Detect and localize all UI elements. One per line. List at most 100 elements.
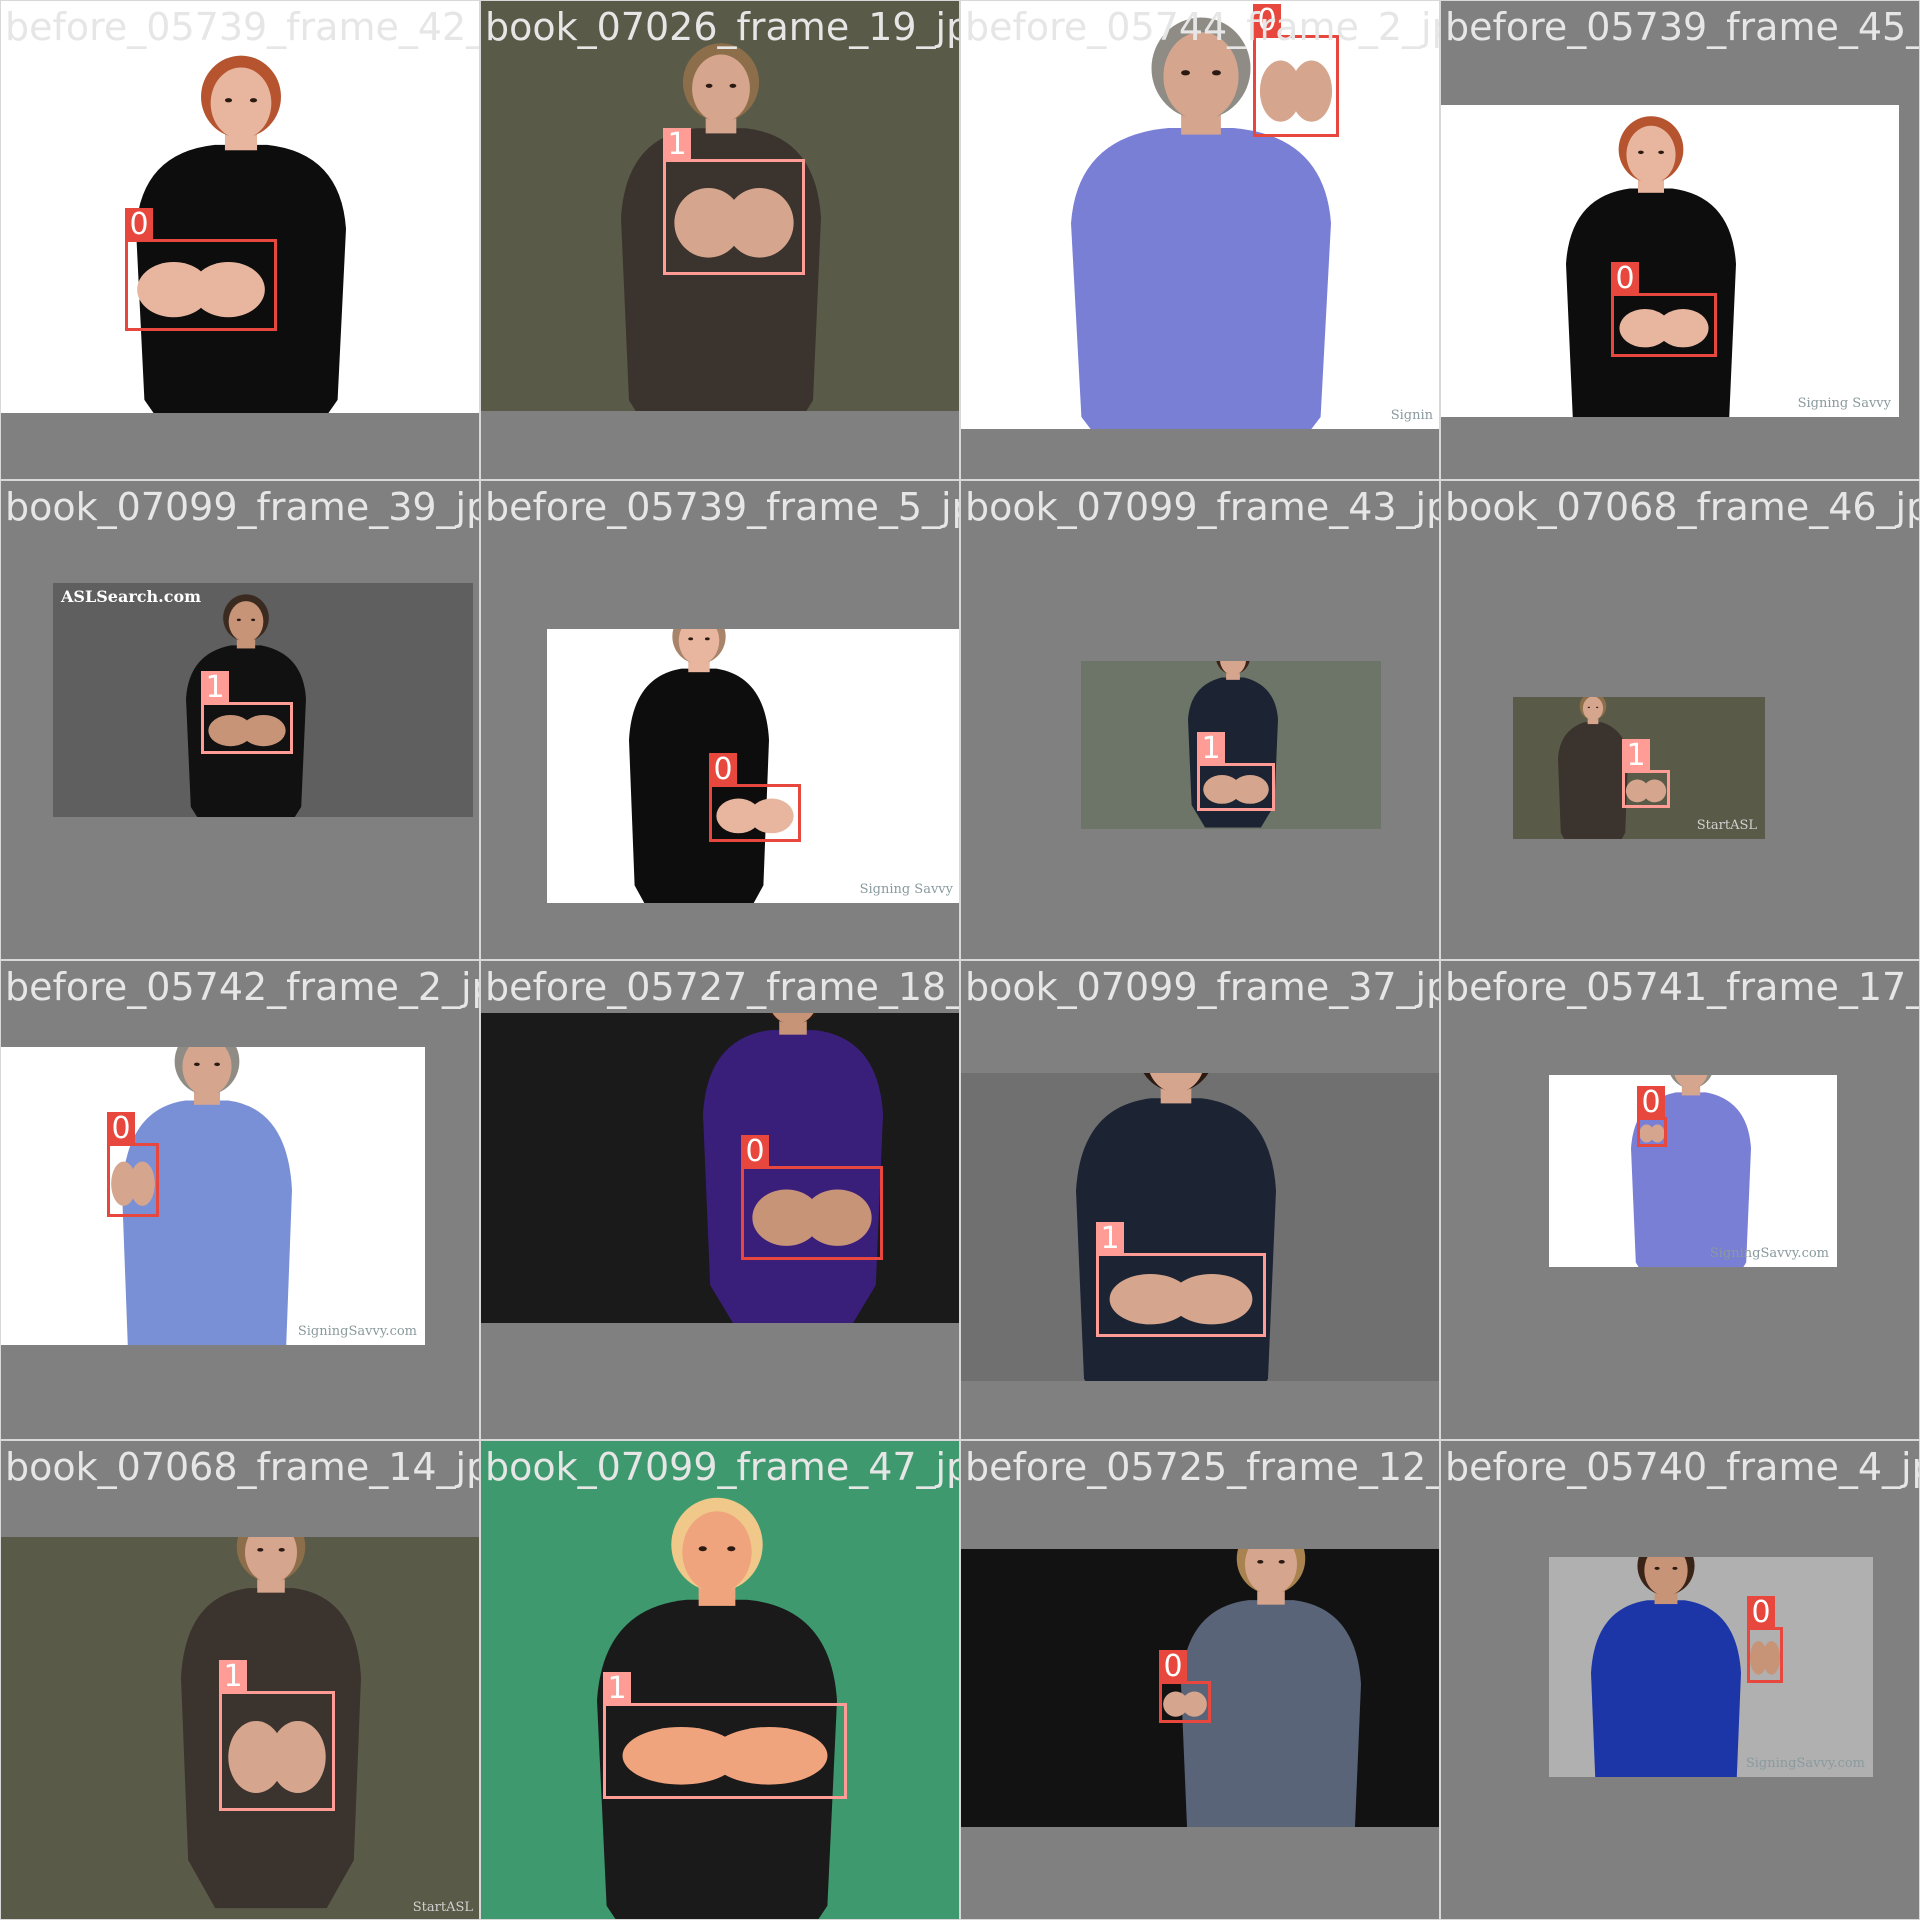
class-label: 0: [1747, 1596, 1775, 1630]
signer-figure: [186, 594, 306, 817]
mosaic-tile: 0 before_05727_frame_18_jpg: [480, 960, 960, 1440]
bounding-box: 1: [663, 128, 805, 275]
signer-eye: [688, 637, 694, 641]
video-frame: ASLSearch.com: [53, 583, 473, 817]
signer-eye: [224, 98, 233, 103]
signer-eye: [1212, 70, 1221, 76]
bounding-box: 1: [603, 1672, 847, 1799]
signer-figure: [597, 1497, 837, 1919]
image-filename: book_07099_frame_47_jpg: [485, 1445, 960, 1489]
bounding-box: 0: [1637, 1086, 1667, 1147]
watermark-text: ASLSearch.com: [61, 587, 202, 606]
image-filename: before_05739_frame_5_jpg: [485, 485, 960, 529]
image-filename: book_07099_frame_37_jpg: [965, 965, 1440, 1009]
class-label: 1: [603, 1672, 631, 1706]
signer-eye: [1278, 1559, 1285, 1564]
mosaic-tile: 1 book_07099_frame_43_jpg: [960, 480, 1440, 960]
mosaic-tile: Signin 0 before_05744_frame_2_jpg: [960, 0, 1440, 480]
image-filename: before_05744_frame_2_jpg: [965, 5, 1440, 49]
signer-figure: [1631, 1075, 1751, 1267]
signer-face: [1582, 697, 1604, 721]
watermark-text: SigningSavvy.com: [297, 1324, 417, 1339]
mosaic-tile: SigningSavvy.com 0 before_05740_frame_4_jp…: [1440, 1440, 1920, 1920]
bounding-box: 0: [709, 753, 801, 842]
signer-figure: [629, 629, 794, 903]
class-label: 1: [219, 1660, 247, 1694]
signer-eye: [249, 98, 258, 103]
signer-eye: [1181, 70, 1190, 76]
signer-figure: [136, 55, 346, 413]
watermark-text: StartASL: [412, 1900, 473, 1915]
class-label: 0: [107, 1112, 135, 1146]
signer-eye: [1595, 706, 1599, 709]
bounding-box: 0: [741, 1135, 883, 1260]
bounding-box: 1: [1096, 1222, 1266, 1337]
bounding-box: 0: [107, 1112, 159, 1217]
image-filename: book_07099_frame_43_jpg: [965, 485, 1440, 529]
mosaic-tile: 1 book_07026_frame_19_jpg: [480, 0, 960, 480]
video-frame: [481, 1013, 959, 1323]
watermark-text: Signin: [1390, 408, 1433, 423]
class-label: 1: [663, 128, 691, 162]
video-frame: SigningSavvy.com: [1549, 1557, 1873, 1777]
bounding-box: 1: [219, 1660, 335, 1811]
watermark-text: SigningSavvy.com: [1709, 1246, 1829, 1261]
mosaic-tile: 1 book_07099_frame_37_jpg: [960, 960, 1440, 1440]
bounding-box: 0: [1611, 262, 1717, 357]
signer-face: [1626, 125, 1676, 184]
image-filename: before_05725_frame_12_jpg: [965, 1445, 1439, 1489]
image-filename: before_05741_frame_17_jpg: [1445, 965, 1919, 1009]
signer-face: [1220, 661, 1246, 675]
image-filename: before_05740_frame_4_jpg: [1445, 1445, 1920, 1489]
video-frame: SigningSavvy.com: [1549, 1075, 1837, 1267]
signer-face: [772, 1013, 814, 1025]
image-filename: before_05742_frame_2_jpg: [5, 965, 480, 1009]
mosaic-tile: Signing Savvy 0 before_05739_frame_5_jpg: [480, 480, 960, 960]
mosaic-tile: 1 book_07099_frame_47_jpg: [480, 1440, 960, 1920]
mosaic-tile: SigningSavvy.com 0 before_05742_frame_2_jp…: [0, 960, 480, 1440]
signer-eye: [1587, 706, 1591, 709]
bounding-box: 1: [1622, 739, 1670, 808]
mosaic-tile: StartASL 1 book_07068_frame_14_jpg: [0, 1440, 480, 1920]
signer-face: [692, 54, 750, 123]
mosaic-tile: StartASL 1 book_07068_frame_46_jpg: [1440, 480, 1920, 960]
signer-eye: [704, 637, 710, 641]
signer-eye: [1658, 150, 1665, 155]
class-label: 0: [125, 208, 153, 242]
image-grid: 0 before_05739_frame_42_jpg 1 book_07026_fr…: [0, 0, 1920, 1920]
class-label: 1: [1622, 739, 1650, 773]
signer-eye: [236, 618, 241, 622]
class-label: 1: [1096, 1222, 1124, 1256]
signer-figure: [111, 1047, 292, 1345]
bounding-box: 0: [1159, 1650, 1211, 1723]
class-label: 0: [1611, 262, 1639, 296]
image-filename: before_05727_frame_18_jpg: [485, 965, 959, 1009]
image-filename: before_05739_frame_42_jpg: [5, 5, 479, 49]
signer-eye: [1637, 150, 1644, 155]
signer-torso: [1071, 127, 1331, 429]
bounding-box: 0: [1747, 1596, 1783, 1683]
bounding-box: 0: [125, 208, 277, 331]
signer-eye: [251, 618, 256, 622]
signer-face: [210, 67, 272, 139]
watermark-text: SigningSavvy.com: [1745, 1756, 1865, 1771]
signer-face: [228, 601, 264, 642]
signer-torso: [1558, 722, 1628, 839]
image-filename: book_07099_frame_39_jpg: [5, 485, 480, 529]
class-label: 1: [1197, 732, 1225, 766]
signer-eye: [193, 1062, 200, 1067]
signer-face: [1149, 1073, 1203, 1093]
signer-eye: [214, 1062, 221, 1067]
image-filename: book_07026_frame_19_jpg: [485, 5, 960, 49]
video-frame: [481, 1441, 959, 1919]
watermark-text: Signing Savvy: [859, 882, 953, 897]
class-label: 0: [741, 1135, 769, 1169]
signer-torso: [122, 1100, 292, 1345]
signer-eye: [1257, 1559, 1264, 1564]
watermark-text: StartASL: [1696, 818, 1757, 833]
signer-figure: [1071, 17, 1333, 429]
class-label: 1: [201, 671, 229, 705]
bounding-box: 1: [1197, 732, 1275, 811]
signer-face: [682, 1511, 752, 1593]
signer-eye: [705, 83, 713, 88]
